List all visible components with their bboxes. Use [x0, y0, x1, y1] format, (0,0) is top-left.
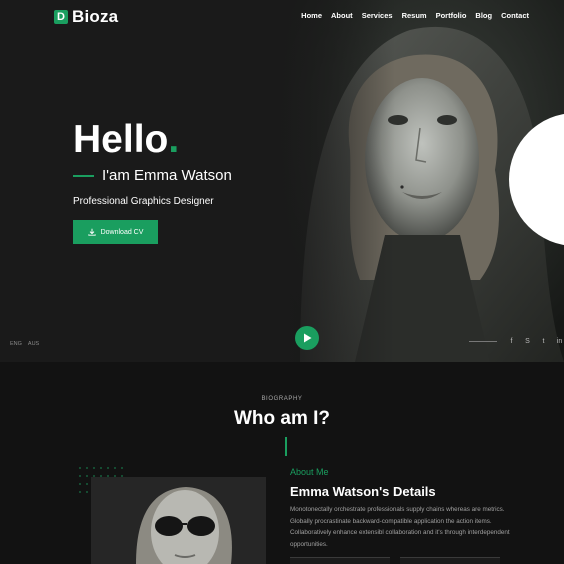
details-title: Emma Watson's Details	[290, 484, 436, 499]
biography-label: BIOGRAPHY	[261, 396, 303, 402]
hero-name: I'am Emma Watson	[102, 167, 232, 184]
nav-item-blog[interactable]: Blog	[475, 11, 492, 20]
main-nav: Home About Services Resum Portfolio Blog…	[301, 11, 529, 20]
name-accent-line	[73, 174, 94, 177]
nav-item-contact[interactable]: Contact	[501, 11, 529, 20]
brand-logo[interactable]: D Bioza	[54, 7, 118, 27]
nav-item-services[interactable]: Services	[362, 11, 393, 20]
about-me-label: About Me	[290, 467, 329, 477]
hero-role: Professional Graphics Designer	[73, 196, 214, 207]
nav-item-about[interactable]: About	[331, 11, 353, 20]
nav-item-resum[interactable]: Resum	[402, 11, 427, 20]
hero-greeting: Hello.	[73, 118, 179, 162]
nav-item-home[interactable]: Home	[301, 11, 322, 20]
language-option-aus[interactable]: AUS	[28, 341, 39, 347]
details-description: Monotonectally orchestrate professionals…	[290, 506, 510, 548]
hero-greeting-dot: .	[168, 118, 180, 161]
logo-mark-icon: D	[54, 10, 68, 24]
brand-name: Bioza	[72, 7, 119, 26]
play-icon	[303, 333, 311, 343]
download-cv-button[interactable]: Download CV	[73, 220, 158, 244]
play-video-button[interactable]	[295, 326, 319, 350]
language-switcher: ENG AUS	[10, 341, 39, 347]
download-icon	[87, 228, 96, 236]
twitter-icon[interactable]: t	[539, 337, 548, 346]
social-divider-line	[469, 341, 497, 342]
info-box	[400, 557, 500, 564]
about-photo-image	[91, 477, 266, 564]
linkedin-icon[interactable]: in	[555, 337, 564, 346]
hero-greeting-text: Hello	[73, 118, 169, 161]
hero-section: D Bioza Home About Services Resum Portfo…	[0, 0, 564, 362]
skype-icon[interactable]: S	[523, 337, 532, 346]
facebook-icon[interactable]: f	[507, 337, 516, 346]
hero-name-row: I'am Emma Watson	[73, 167, 232, 184]
language-option-eng[interactable]: ENG	[10, 341, 22, 347]
info-box	[290, 557, 390, 564]
nav-item-portfolio[interactable]: Portfolio	[436, 11, 467, 20]
biography-title: Who am I?	[233, 408, 331, 429]
social-links: f S t in	[469, 337, 564, 346]
about-photo-card	[91, 477, 266, 564]
biography-divider	[285, 437, 287, 456]
download-cv-label: Download CV	[100, 228, 144, 236]
